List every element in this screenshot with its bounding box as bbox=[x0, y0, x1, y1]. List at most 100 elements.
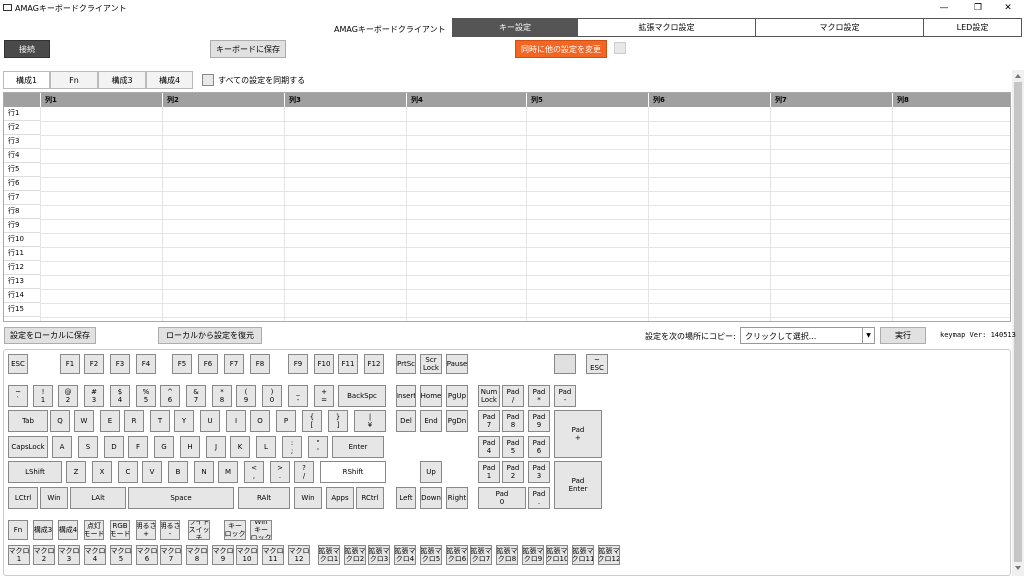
key-r2-1[interactable]: Q bbox=[50, 410, 70, 432]
key-r3-13[interactable]: Pad 4 bbox=[478, 436, 500, 458]
key-r4-11[interactable]: RShift bbox=[320, 461, 386, 483]
vertical-scrollbar[interactable] bbox=[1012, 70, 1024, 576]
key-r5-8[interactable]: Left bbox=[396, 487, 416, 509]
key-r5-0[interactable]: LCtrl bbox=[8, 487, 38, 509]
key-r3-6[interactable]: H bbox=[180, 436, 200, 458]
key-r4-15[interactable]: Pad 3 bbox=[528, 461, 550, 483]
key-r2-3[interactable]: E bbox=[100, 410, 120, 432]
key-r7-2[interactable]: マクロ 3 bbox=[58, 545, 80, 565]
key-r7-11[interactable]: マクロ 12 bbox=[288, 545, 310, 565]
key-r7-21[interactable]: 拡張マ クロ10 bbox=[546, 545, 568, 565]
key-r3-11[interactable]: " ' bbox=[308, 436, 328, 458]
key-r7-23[interactable]: 拡張マ クロ12 bbox=[598, 545, 620, 565]
tab-key-settings[interactable]: キー設定 bbox=[452, 18, 578, 37]
scroll-thumb[interactable] bbox=[1014, 82, 1022, 562]
key-r3-4[interactable]: F bbox=[128, 436, 148, 458]
key-r1-10[interactable]: ) 0 bbox=[262, 385, 282, 407]
key-r2-2[interactable]: W bbox=[74, 410, 94, 432]
key-r0-11[interactable]: F11 bbox=[338, 354, 358, 374]
key-r7-22[interactable]: 拡張マ クロ11 bbox=[572, 545, 594, 565]
key-r6-0[interactable]: Fn bbox=[8, 520, 28, 540]
key-r4-12[interactable]: Up bbox=[420, 461, 442, 483]
key-r7-5[interactable]: マクロ 6 bbox=[136, 545, 158, 565]
key-r4-16[interactable]: Pad Enter bbox=[554, 461, 602, 509]
key-r3-0[interactable]: CapsLock bbox=[8, 436, 48, 458]
key-r0-8[interactable]: F8 bbox=[250, 354, 270, 374]
copy-target-select[interactable]: クリックして選択... ▼ bbox=[740, 327, 875, 344]
tab-extended-macro[interactable]: 拡張マクロ設定 bbox=[578, 18, 756, 37]
key-r0-3[interactable]: F3 bbox=[110, 354, 130, 374]
key-r4-13[interactable]: Pad 1 bbox=[478, 461, 500, 483]
key-r6-3[interactable]: 点灯 モード bbox=[84, 520, 104, 540]
key-r2-7[interactable]: U bbox=[200, 410, 220, 432]
save-local-button[interactable]: 設定をローカルに保存 bbox=[4, 327, 96, 344]
key-r3-10[interactable]: : ; bbox=[282, 436, 302, 458]
key-r2-13[interactable]: | ¥ bbox=[354, 410, 386, 432]
key-r6-1[interactable]: 構成3 bbox=[33, 520, 53, 540]
key-r3-14[interactable]: Pad 5 bbox=[502, 436, 524, 458]
key-r4-2[interactable]: X bbox=[92, 461, 112, 483]
key-r1-8[interactable]: * 8 bbox=[212, 385, 232, 407]
key-r0-2[interactable]: F2 bbox=[84, 354, 104, 374]
key-r4-1[interactable]: Z bbox=[66, 461, 86, 483]
key-r7-13[interactable]: 拡張マ クロ2 bbox=[344, 545, 366, 565]
key-r2-16[interactable]: PgDn bbox=[446, 410, 468, 432]
key-r3-5[interactable]: G bbox=[154, 436, 174, 458]
key-r3-3[interactable]: D bbox=[104, 436, 124, 458]
key-r6-9[interactable]: Win キー ロック bbox=[250, 520, 272, 540]
key-r7-3[interactable]: マクロ 4 bbox=[84, 545, 106, 565]
key-r0-10[interactable]: F10 bbox=[314, 354, 334, 374]
key-r5-12[interactable]: Pad . bbox=[528, 487, 550, 509]
key-r6-6[interactable]: 明るさ - bbox=[160, 520, 180, 540]
key-r7-10[interactable]: マクロ 11 bbox=[262, 545, 284, 565]
key-r1-1[interactable]: ! 1 bbox=[33, 385, 53, 407]
key-r1-0[interactable]: ~ ` bbox=[8, 385, 28, 407]
key-r5-11[interactable]: Pad 0 bbox=[478, 487, 526, 509]
key-r7-14[interactable]: 拡張マ クロ3 bbox=[368, 545, 390, 565]
key-r5-1[interactable]: Win bbox=[40, 487, 68, 509]
key-r2-8[interactable]: I bbox=[226, 410, 246, 432]
key-r5-10[interactable]: Right bbox=[446, 487, 468, 509]
key-r6-4[interactable]: RGB モード bbox=[110, 520, 130, 540]
key-r7-12[interactable]: 拡張マ クロ1 bbox=[318, 545, 340, 565]
key-r6-8[interactable]: キー ロック bbox=[224, 520, 246, 540]
key-r1-20[interactable]: Pad - bbox=[554, 385, 576, 407]
key-r5-6[interactable]: Apps bbox=[326, 487, 354, 509]
key-r1-4[interactable]: $ 4 bbox=[110, 385, 130, 407]
key-r3-1[interactable]: A bbox=[52, 436, 72, 458]
key-r5-4[interactable]: RAlt bbox=[238, 487, 290, 509]
close-icon[interactable]: ✕ bbox=[988, 0, 1024, 16]
key-r0-14[interactable]: Scr Lock bbox=[420, 354, 442, 374]
key-r1-15[interactable]: Home bbox=[420, 385, 442, 407]
sync-all-checkbox[interactable] bbox=[202, 74, 214, 86]
key-r7-6[interactable]: マクロ 7 bbox=[160, 545, 182, 565]
key-r1-13[interactable]: BackSpc bbox=[338, 385, 386, 407]
key-r7-15[interactable]: 拡張マ クロ4 bbox=[394, 545, 416, 565]
key-r4-10[interactable]: ? / bbox=[294, 461, 314, 483]
key-r1-12[interactable]: + = bbox=[314, 385, 334, 407]
key-r1-19[interactable]: Pad * bbox=[528, 385, 550, 407]
key-r2-19[interactable]: Pad 9 bbox=[528, 410, 550, 432]
key-r5-5[interactable]: Win bbox=[294, 487, 322, 509]
key-r4-0[interactable]: LShift bbox=[8, 461, 62, 483]
key-r2-4[interactable]: R bbox=[124, 410, 144, 432]
connect-button[interactable]: 接続 bbox=[4, 40, 50, 58]
key-r0-9[interactable]: F9 bbox=[288, 354, 308, 374]
key-r7-1[interactable]: マクロ 2 bbox=[33, 545, 55, 565]
key-r7-8[interactable]: マクロ 9 bbox=[212, 545, 234, 565]
key-r2-14[interactable]: Del bbox=[396, 410, 416, 432]
key-r0-13[interactable]: PrtSc bbox=[396, 354, 416, 374]
key-r7-20[interactable]: 拡張マ クロ9 bbox=[522, 545, 544, 565]
key-r1-2[interactable]: @ 2 bbox=[58, 385, 78, 407]
key-r1-16[interactable]: PgUp bbox=[446, 385, 468, 407]
key-r0-17[interactable]: ~ ESC bbox=[586, 354, 608, 374]
key-r4-3[interactable]: C bbox=[118, 461, 138, 483]
key-r2-15[interactable]: End bbox=[420, 410, 442, 432]
key-r1-7[interactable]: & 7 bbox=[186, 385, 206, 407]
key-r1-9[interactable]: ( 9 bbox=[236, 385, 256, 407]
key-r6-2[interactable]: 構成4 bbox=[58, 520, 78, 540]
key-r7-0[interactable]: マクロ 1 bbox=[8, 545, 30, 565]
key-r3-15[interactable]: Pad 6 bbox=[528, 436, 550, 458]
key-r3-7[interactable]: J bbox=[206, 436, 226, 458]
key-r1-14[interactable]: Insert bbox=[396, 385, 416, 407]
